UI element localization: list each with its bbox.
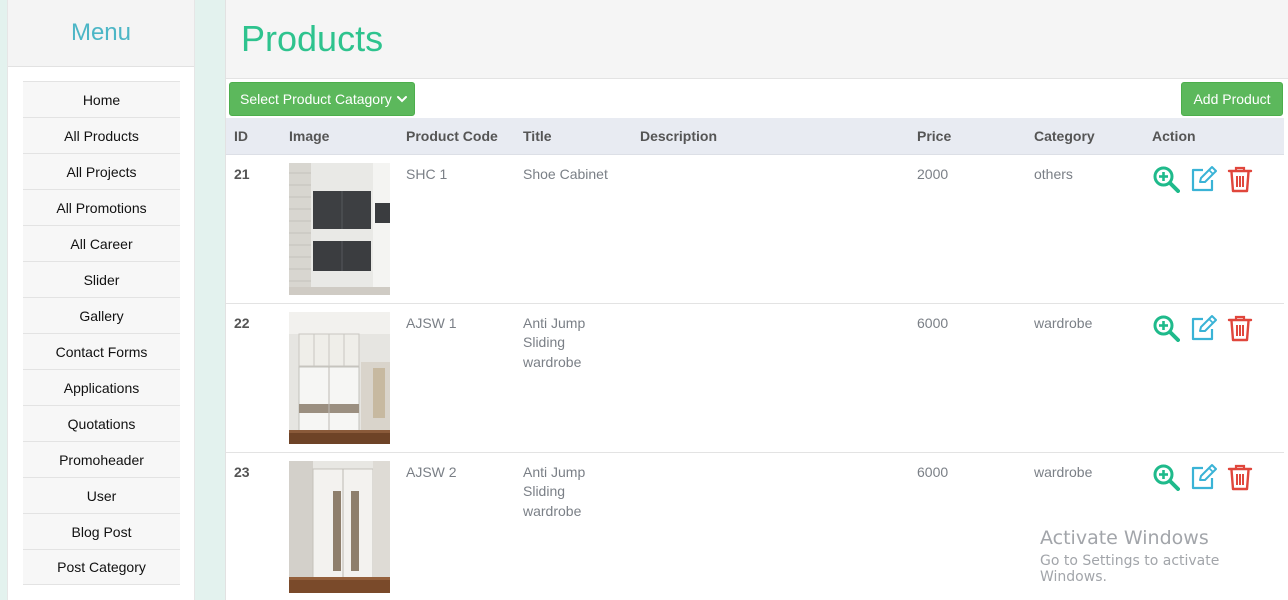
main-content: Products Select Product Catagory Add Pro… (225, 0, 1288, 600)
cell-title: Shoe Cabinet (523, 165, 608, 182)
cell-id: 21 (234, 165, 250, 182)
cell-product-code: AJSW 1 (406, 314, 457, 331)
app-root: Menu Home All Products All Projects All … (0, 0, 1288, 600)
sidebar-item-contact-forms[interactable]: Contact Forms (23, 333, 180, 369)
edit-icon[interactable] (1189, 314, 1217, 342)
sidebar-item-promoheader[interactable]: Promoheader (23, 441, 180, 477)
table-row: 21 SHC 1 Shoe Cabinet 2000 others (226, 154, 1284, 303)
edit-icon[interactable] (1189, 165, 1217, 193)
product-thumbnail (289, 311, 390, 444)
cell-id: 23 (234, 463, 250, 480)
cell-product-code: SHC 1 (406, 165, 448, 182)
column-header-action: Action (1144, 118, 1284, 155)
category-select[interactable]: Select Product Catagory (229, 82, 415, 116)
page-header: Products (226, 0, 1288, 79)
sidebar-menu: Home All Products All Projects All Promo… (23, 81, 180, 585)
watermark-title: Activate Windows (1040, 527, 1209, 549)
sidebar-item-applications[interactable]: Applications (23, 369, 180, 405)
sidebar-item-all-promotions[interactable]: All Promotions (23, 189, 180, 225)
column-header-id: ID (226, 118, 281, 155)
cell-product-code: AJSW 2 (406, 463, 457, 480)
cell-price: 6000 (917, 314, 949, 331)
sidebar-item-home[interactable]: Home (23, 81, 180, 117)
category-select-label: Select Product Catagory (240, 91, 392, 107)
cell-price: 6000 (917, 463, 949, 480)
chevron-down-icon (397, 96, 407, 103)
column-header-price: Price (909, 118, 1026, 155)
add-product-button[interactable]: Add Product (1181, 82, 1283, 116)
sidebar-item-gallery[interactable]: Gallery (23, 297, 180, 333)
sidebar: Menu Home All Products All Projects All … (7, 0, 195, 600)
product-thumbnail (289, 460, 390, 593)
sidebar-title: Menu (70, 19, 132, 46)
cell-image (281, 452, 398, 600)
cell-category: wardrobe (1034, 314, 1093, 331)
trash-icon[interactable] (1226, 314, 1254, 342)
sidebar-item-all-projects[interactable]: All Projects (23, 153, 180, 189)
sidebar-item-all-products[interactable]: All Products (23, 117, 180, 153)
column-header-title: Title (515, 118, 632, 155)
sidebar-item-slider[interactable]: Slider (23, 261, 180, 297)
sidebar-item-all-career[interactable]: All Career (23, 225, 180, 261)
product-thumbnail (289, 162, 390, 295)
cell-image (281, 303, 398, 452)
cell-description (632, 452, 909, 600)
column-header-product-code: Product Code (398, 118, 515, 155)
cell-description (632, 303, 909, 452)
sidebar-header: Menu (8, 0, 194, 67)
trash-icon[interactable] (1226, 463, 1254, 491)
sidebar-item-post-category[interactable]: Post Category (23, 549, 180, 585)
page-title: Products (241, 18, 384, 59)
toolbar: Select Product Catagory Add Product (226, 82, 1288, 116)
sidebar-item-blog-post[interactable]: Blog Post (23, 513, 180, 549)
activate-windows-watermark: Activate Windows Go to Settings to activ… (1040, 527, 1288, 585)
cell-description (632, 154, 909, 303)
zoom-in-icon[interactable] (1152, 314, 1180, 342)
table-row: 22 AJSW 1 Anti Jump Sliding wardrobe 600… (226, 303, 1284, 452)
column-header-description: Description (632, 118, 909, 155)
cell-image (281, 154, 398, 303)
watermark-subtitle: Go to Settings to activate Windows. (1040, 553, 1220, 585)
cell-actions (1144, 303, 1284, 452)
cell-actions (1144, 154, 1284, 303)
cell-price: 2000 (917, 165, 949, 182)
sidebar-item-user[interactable]: User (23, 477, 180, 513)
column-header-category: Category (1026, 118, 1144, 155)
zoom-in-icon[interactable] (1152, 463, 1180, 491)
zoom-in-icon[interactable] (1152, 165, 1180, 193)
table-header: ID Image Product Code Title Description … (226, 118, 1284, 155)
trash-icon[interactable] (1226, 165, 1254, 193)
cell-title: Anti Jump Sliding wardrobe (523, 463, 586, 519)
edit-icon[interactable] (1189, 463, 1217, 491)
column-header-image: Image (281, 118, 398, 155)
sidebar-item-quotations[interactable]: Quotations (23, 405, 180, 441)
cell-title: Anti Jump Sliding wardrobe (523, 314, 586, 370)
cell-id: 22 (234, 314, 250, 331)
cell-category: others (1034, 165, 1073, 182)
